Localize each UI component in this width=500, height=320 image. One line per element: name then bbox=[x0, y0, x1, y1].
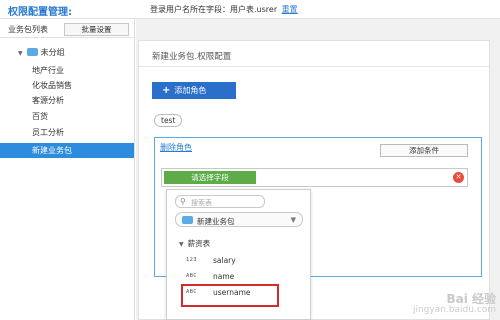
sidebar: 业务包列表 批量设置 ▼ 未分组 地产行业 化妆品销售 客源分析 百货 员工分析 … bbox=[0, 19, 135, 320]
watermark-url: jingyan.baidu.com bbox=[412, 305, 496, 315]
text-type-icon: ABC bbox=[186, 273, 197, 279]
sidebar-item-cosmetics-sales[interactable]: 化妆品销售 bbox=[0, 78, 134, 93]
login-field-text: 登录用户名所在字段：用户表.usrer bbox=[150, 5, 278, 14]
table-search-input[interactable]: ⚲ 搜索表 bbox=[175, 195, 265, 208]
table-group-salary[interactable]: ▼ 薪资表 bbox=[179, 238, 210, 249]
add-condition-button[interactable]: 添加条件 bbox=[380, 144, 468, 157]
number-type-icon: 123 bbox=[186, 257, 197, 263]
sidebar-header: 业务包列表 批量设置 bbox=[0, 19, 135, 38]
folder-icon bbox=[26, 48, 38, 56]
field-item-salary[interactable]: 123 salary bbox=[167, 254, 310, 269]
divider bbox=[139, 66, 489, 67]
field-item-name[interactable]: ABC name bbox=[167, 270, 310, 285]
highlight-annotation-box bbox=[181, 284, 279, 307]
tree-group-label: 未分组 bbox=[40, 48, 65, 57]
search-placeholder: 搜索表 bbox=[191, 199, 212, 207]
folder-icon bbox=[182, 216, 193, 224]
field-name: salary bbox=[213, 256, 236, 265]
select-field-button[interactable]: 请选择字段 bbox=[164, 171, 256, 184]
chevron-down-icon: ▼ bbox=[290, 216, 296, 224]
triangle-down-icon[interactable]: ▼ bbox=[179, 241, 184, 248]
tree-group-ungrouped[interactable]: ▼ 未分组 bbox=[18, 47, 65, 58]
triangle-down-icon[interactable]: ▼ bbox=[18, 50, 23, 57]
condition-row: 请选择字段 ✕ bbox=[161, 168, 468, 187]
sidebar-item-real-estate[interactable]: 地产行业 bbox=[0, 63, 134, 78]
login-field-info: 登录用户名所在字段：用户表.usrer 重置 bbox=[150, 4, 298, 15]
search-icon: ⚲ bbox=[180, 197, 186, 206]
reset-link[interactable]: 重置 bbox=[282, 5, 298, 14]
package-select[interactable]: 新建业务包 ▼ bbox=[175, 212, 303, 227]
sidebar-item-employee-analysis[interactable]: 员工分析 bbox=[0, 125, 134, 140]
batch-settings-button[interactable]: 批量设置 bbox=[64, 23, 129, 36]
role-tag[interactable]: test bbox=[154, 114, 183, 127]
sidebar-title: 业务包列表 bbox=[8, 25, 48, 34]
add-role-label: 添加角色 bbox=[174, 86, 207, 95]
table-group-label: 薪资表 bbox=[187, 239, 211, 248]
sidebar-item-customer-analysis[interactable]: 客源分析 bbox=[0, 93, 134, 108]
panel-title: 新建业务包.权限配置 bbox=[152, 52, 232, 62]
plus-icon: + bbox=[162, 85, 171, 96]
page-title: 权限配置管理: bbox=[8, 7, 72, 18]
package-select-value: 新建业务包 bbox=[197, 217, 235, 226]
watermark-logo-text: Bai 经验 bbox=[446, 292, 496, 306]
delete-role-link[interactable]: 删除角色 bbox=[160, 142, 192, 153]
sidebar-item-new-package[interactable]: 新建业务包 bbox=[0, 143, 134, 158]
close-circle-icon[interactable]: ✕ bbox=[453, 172, 464, 183]
watermark: Bai 经验 jingyan.baidu.com bbox=[412, 292, 496, 316]
field-name: name bbox=[213, 272, 235, 281]
top-bar: 权限配置管理: 登录用户名所在字段：用户表.usrer 重置 bbox=[0, 0, 500, 19]
add-role-button[interactable]: + 添加角色 bbox=[152, 82, 236, 99]
sidebar-item-department-store[interactable]: 百货 bbox=[0, 109, 134, 124]
